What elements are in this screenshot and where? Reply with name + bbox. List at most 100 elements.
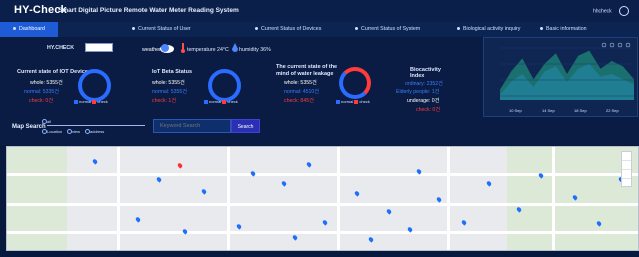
legend-normal-swatch [74, 99, 78, 104]
map-zoom-controls[interactable] [621, 151, 632, 187]
legend-check-swatch [354, 99, 359, 104]
search-button[interactable]: Search [231, 119, 260, 133]
map-pin[interactable] [367, 236, 375, 243]
map-road [447, 147, 450, 250]
heart-icon [457, 27, 460, 31]
user-name[interactable]: hhcheck [593, 8, 612, 14]
card-bio-elderly: Elderly people: 1건 [396, 89, 440, 95]
zoom-in-icon[interactable] [622, 152, 631, 161]
card-leakage-check: check: 845건 [284, 98, 314, 104]
weather-location-field[interactable] [85, 43, 113, 52]
card-leakage-normal: normal: 4510건 [284, 89, 320, 95]
map-road [117, 147, 120, 250]
map-view[interactable] [6, 146, 639, 251]
iot-devices-legend: normal check [74, 99, 108, 104]
map-pin[interactable] [155, 176, 163, 183]
filter-all-label: all [47, 119, 52, 124]
card-bio-underage: underage: 0건 [407, 98, 440, 104]
card-bio-ordinary: ordinary: 2352건 [405, 81, 443, 87]
card-iot-devices-normal: normal: 5335건 [24, 89, 60, 95]
area-series-1 [500, 50, 634, 100]
fullscreen-icon[interactable] [622, 170, 631, 179]
card-iot-devices-check: check: 0건 [29, 98, 54, 104]
chart-menu-icon[interactable] [625, 42, 631, 48]
weather-location-label: HY.CHECK [47, 45, 75, 51]
thermometer-icon [181, 43, 185, 53]
map-road [7, 231, 638, 234]
activity-chart: 10 Sep 14 Sep 18 Sep 22 Sep [483, 37, 638, 117]
iot-devices-donut [78, 69, 111, 102]
map-area [7, 147, 67, 250]
map-pin[interactable] [134, 216, 142, 223]
map-pin[interactable] [280, 180, 288, 187]
card-iot-devices-whole: whole: 5355건 [30, 80, 63, 86]
tab-user-status[interactable]: Current Status of User [132, 22, 191, 37]
map-pin[interactable] [200, 188, 208, 195]
iot-beta-legend: normal check [204, 99, 238, 104]
map-road [337, 147, 340, 250]
tab-basic-info[interactable]: Basic information [540, 22, 587, 37]
card-iot-beta-normal: normal: 5355건 [152, 89, 188, 95]
dashboard-icon [13, 27, 17, 31]
map-pin[interactable] [353, 190, 361, 197]
card-bioactivity-title: Biocactivity Index [410, 67, 441, 79]
map-pin[interactable] [435, 196, 443, 203]
layers-icon[interactable] [622, 179, 631, 187]
map-pin[interactable] [305, 161, 313, 168]
tab-device-status[interactable]: Current Status of Devices [255, 22, 321, 37]
tab-dashboard[interactable]: Dashboard [0, 22, 58, 37]
map-pin[interactable] [485, 180, 493, 187]
gear-icon[interactable] [619, 6, 629, 16]
chart-zoom-icon[interactable] [601, 42, 607, 48]
zoom-out-icon[interactable] [622, 161, 631, 170]
card-iot-beta-title: IoT Beta Status [152, 69, 193, 75]
map-pin[interactable] [235, 223, 243, 230]
leakage-legend: normal check [336, 99, 370, 104]
map-pin[interactable] [385, 208, 393, 215]
card-leakage-title: The current state of the mind of water l… [276, 64, 338, 77]
x-tick-label: 22 Sep [606, 108, 619, 113]
device-icon [255, 27, 258, 31]
map-pin-alert[interactable] [176, 162, 184, 169]
x-tick-label: 18 Sep [574, 108, 587, 113]
card-bio-check: check: 0건 [416, 107, 441, 113]
system-icon [355, 27, 358, 31]
legend-check-swatch [222, 99, 227, 104]
x-tick-label: 14 Sep [542, 108, 555, 113]
cloud-icon [160, 44, 174, 53]
filter-location-label: Location [47, 129, 63, 134]
app-title: Smart Digital Picture Remote Water Meter… [58, 7, 239, 14]
map-road [552, 147, 555, 250]
map-pin[interactable] [460, 219, 468, 226]
activity-chart-svg: 10 Sep 14 Sep 18 Sep 22 Sep [500, 42, 634, 113]
info-icon [540, 27, 543, 31]
map-search-divider [47, 125, 145, 126]
map-road [227, 147, 230, 250]
user-area: hhcheck [593, 6, 629, 16]
tab-system-status[interactable]: Current Status of System [355, 22, 420, 37]
map-pin[interactable] [321, 219, 329, 226]
user-icon [132, 27, 135, 31]
temperature-text: temperature 24°C [187, 47, 229, 53]
card-iot-beta-check: check: 1건 [152, 98, 177, 104]
map-road [7, 203, 638, 206]
map-search-label: Map Search [12, 124, 46, 130]
legend-normal-swatch [336, 99, 340, 104]
filter-view-label: view [72, 129, 81, 134]
map-pin[interactable] [291, 234, 299, 241]
leakage-donut [339, 67, 371, 99]
legend-check-swatch [92, 99, 97, 104]
filter-address-label: address [90, 129, 105, 134]
card-iot-beta-whole: whole: 5355건 [152, 80, 185, 86]
chart-reset-icon[interactable] [609, 42, 615, 48]
chart-download-icon[interactable] [617, 42, 623, 48]
tab-bio-inquiry[interactable]: Biological activity inquiry [457, 22, 520, 37]
keyword-search-input[interactable] [153, 119, 231, 133]
card-leakage-whole: whole: 5355건 [284, 80, 317, 86]
humidity-text: humidity 36% [239, 47, 271, 53]
map-pin[interactable] [91, 158, 99, 165]
humidity-icon [232, 43, 238, 52]
card-iot-devices-title: Current state of IOT Devices [17, 69, 91, 75]
main-nav: Dashboard Current Status of User Current… [0, 22, 639, 38]
x-tick-label: 10 Sep [509, 108, 522, 113]
